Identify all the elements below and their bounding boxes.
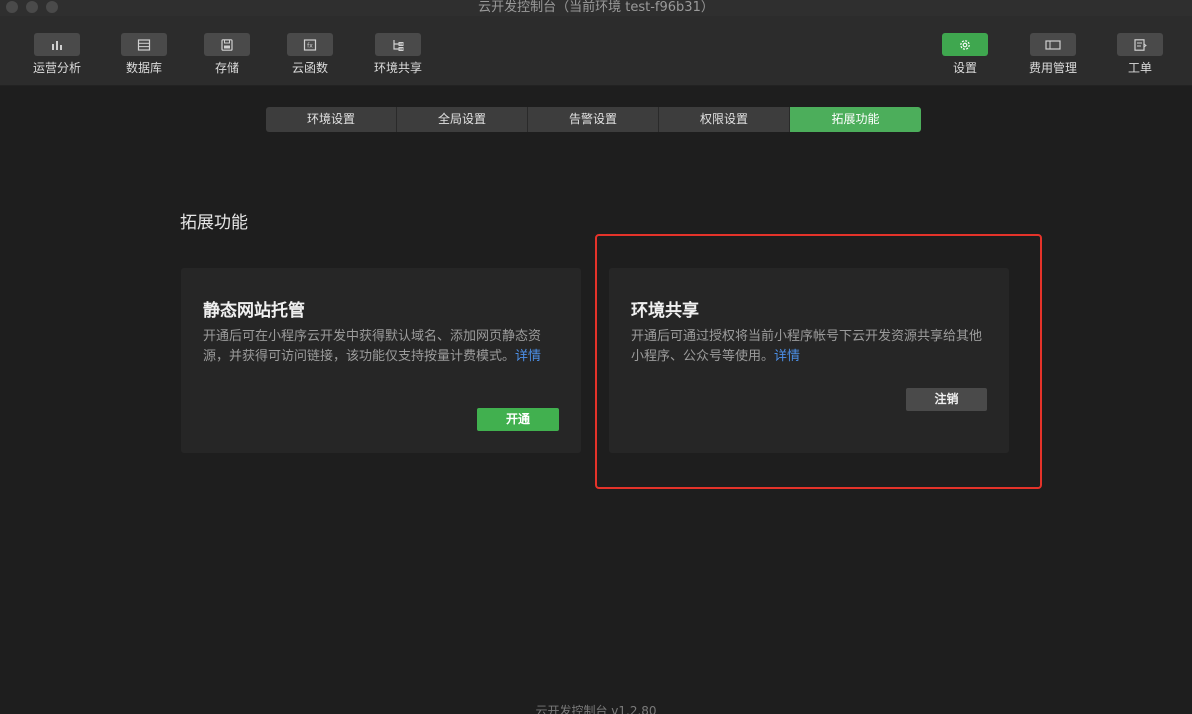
tab-extensions[interactable]: 拓展功能	[790, 107, 921, 132]
function-icon: fx	[287, 33, 333, 56]
toolbar-label: 设置	[952, 61, 977, 75]
toolbar-label: 运营分析	[32, 61, 81, 75]
highlight-annotation	[595, 234, 1042, 489]
toolbar-label: 数据库	[125, 61, 162, 75]
toolbar-item-ticket[interactable]: 工单	[1108, 33, 1172, 75]
toolbar-label: 工单	[1127, 61, 1152, 75]
toolbar-item-billing[interactable]: 费用管理	[1021, 33, 1085, 75]
settings-tabs: 环境设置 全局设置 告警设置 权限设置 拓展功能	[266, 107, 921, 132]
app-window: 云开发控制台（当前环境 test-f96b31） 运营分析 数据库 存储 fx	[0, 0, 1192, 714]
tab-env-settings[interactable]: 环境设置	[266, 107, 397, 132]
static-hosting-card: 静态网站托管 开通后可在小程序云开发中获得默认域名、添加网页静态资源，并获得可访…	[181, 268, 581, 453]
toolbar-label: 云函数	[291, 61, 328, 75]
enable-button[interactable]: 开通	[477, 408, 559, 431]
storage-icon	[204, 33, 250, 56]
ticket-icon	[1117, 33, 1163, 56]
tab-permission-settings[interactable]: 权限设置	[659, 107, 790, 132]
toolbar-item-env-share[interactable]: 环境共享	[366, 33, 430, 75]
toolbar-item-cloud-function[interactable]: fx 云函数	[278, 33, 342, 75]
gear-icon	[942, 33, 988, 56]
bar-chart-icon	[34, 33, 80, 56]
window-title: 云开发控制台（当前环境 test-f96b31）	[478, 0, 714, 15]
version-footer: 云开发控制台 v1.2.80	[535, 704, 657, 714]
toolbar-item-database[interactable]: 数据库	[112, 33, 176, 75]
billing-icon	[1030, 33, 1076, 56]
tab-global-settings[interactable]: 全局设置	[397, 107, 528, 132]
tab-alert-settings[interactable]: 告警设置	[528, 107, 659, 132]
details-link[interactable]: 详情	[515, 349, 541, 364]
toolbar: 运营分析 数据库 存储 fx 云函数 环境共享 设置 费用管理 工单	[0, 16, 1192, 86]
share-tree-icon	[375, 33, 421, 56]
svg-text:fx: fx	[307, 42, 313, 49]
toolbar-item-settings[interactable]: 设置	[933, 33, 997, 75]
toolbar-item-analytics[interactable]: 运营分析	[25, 33, 89, 75]
toolbar-label: 费用管理	[1028, 61, 1077, 75]
database-icon	[121, 33, 167, 56]
toolbar-label: 存储	[214, 61, 239, 75]
section-title: 拓展功能	[180, 213, 248, 233]
card-title: 静态网站托管	[203, 301, 305, 321]
toolbar-item-storage[interactable]: 存储	[195, 33, 259, 75]
title-bar: 云开发控制台（当前环境 test-f96b31）	[0, 0, 1192, 16]
card-description-text: 开通后可在小程序云开发中获得默认域名、添加网页静态资源，并获得可访问链接，该功能…	[203, 329, 542, 364]
card-description: 开通后可在小程序云开发中获得默认域名、添加网页静态资源，并获得可访问链接，该功能…	[203, 327, 563, 367]
toolbar-label: 环境共享	[373, 61, 422, 75]
